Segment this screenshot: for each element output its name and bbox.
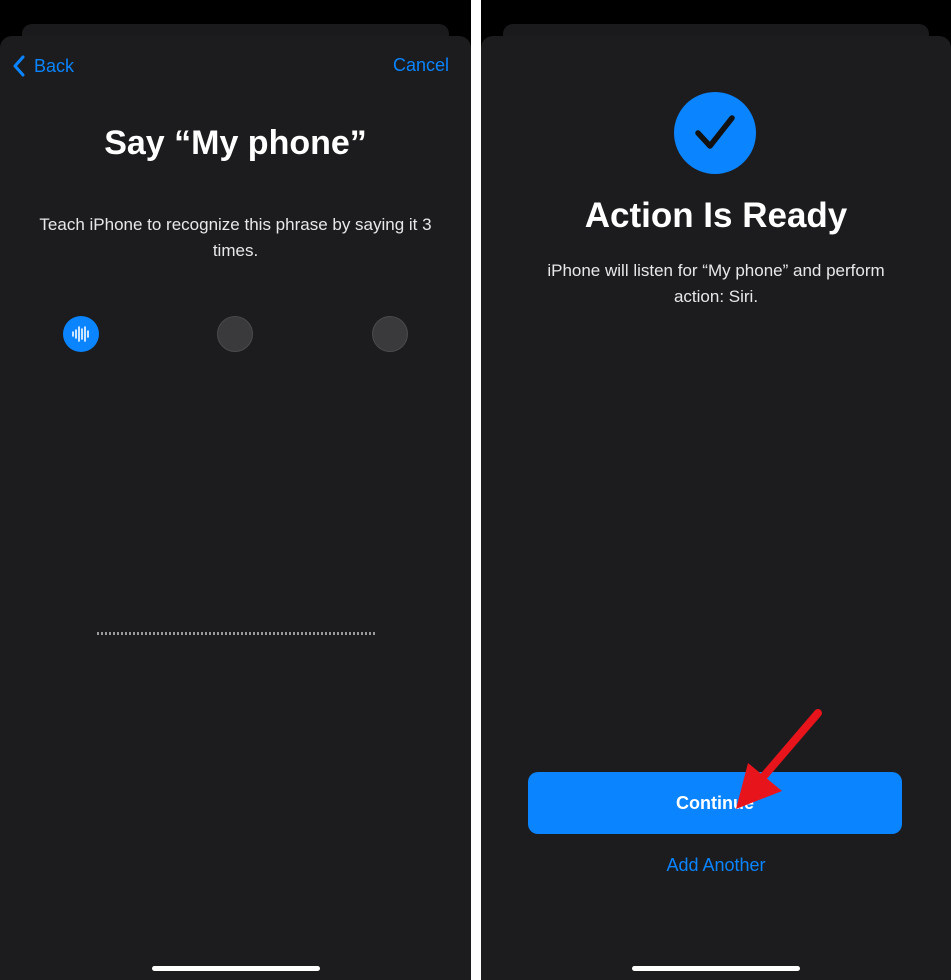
checkmark-icon [695,115,735,149]
back-button[interactable]: Back [12,55,74,77]
home-indicator [632,966,800,971]
cancel-button[interactable]: Cancel [393,55,449,76]
page-title: Action Is Ready [584,196,848,235]
audio-level-indicator [97,632,375,635]
home-indicator [151,966,320,971]
continue-button[interactable]: Continue [528,772,902,834]
back-label: Back [34,55,75,76]
success-badge [674,92,756,174]
recording-step-3 [372,316,408,352]
page-title: Say “My phone” [104,124,367,162]
recording-step-1 [63,316,99,352]
add-another-button[interactable]: Add Another [481,855,951,876]
confirmation-text: iPhone will listen for “My phone” and pe… [547,261,885,306]
screen-action-ready: Action Is Ready iPhone will listen for “… [481,0,951,980]
screen-say-phrase: Back Cancel Say “My phone” Teach iPhone … [0,0,471,980]
modal-sheet [481,36,951,980]
instruction-text: Teach iPhone to recognize this phrase by… [39,215,432,260]
chevron-left-icon [13,55,25,77]
modal-sheet: Back Cancel [0,36,471,980]
recording-step-2 [217,316,253,352]
waveform-icon [72,326,89,342]
